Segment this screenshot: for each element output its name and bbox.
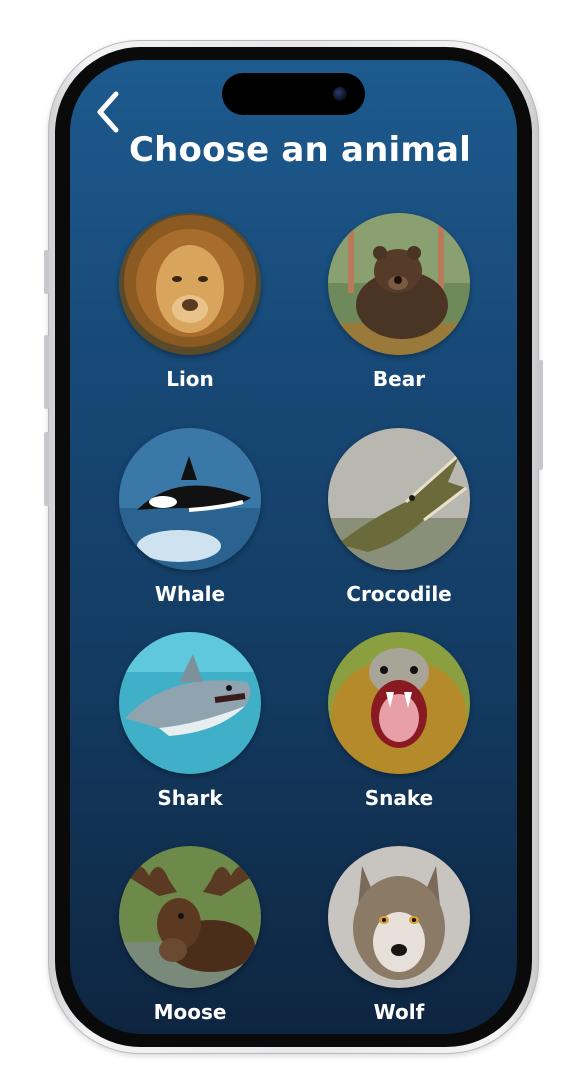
volume-down-button [44, 432, 49, 506]
whale-image [119, 428, 261, 570]
volume-up-button [44, 335, 49, 409]
animal-label: Bear [372, 367, 426, 391]
animal-option-moose[interactable]: Moose [105, 846, 275, 1024]
animal-label: Snake [364, 786, 434, 810]
animal-label: Crocodile [346, 582, 452, 606]
power-button [538, 360, 543, 470]
animal-option-wolf[interactable]: Wolf [314, 846, 484, 1024]
bear-image [328, 213, 470, 355]
page-title: Choose an animal [128, 130, 472, 170]
lion-image [119, 213, 261, 355]
animal-option-lion[interactable]: Lion [105, 213, 275, 391]
snake-image [328, 632, 470, 774]
action-button [44, 250, 49, 294]
animal-option-shark[interactable]: Shark [105, 632, 275, 810]
crocodile-image [328, 428, 470, 570]
animal-label: Shark [157, 786, 223, 810]
front-camera [333, 87, 347, 101]
animal-option-bear[interactable]: Bear [314, 213, 484, 391]
animal-option-whale[interactable]: Whale [105, 428, 275, 606]
moose-image [119, 846, 261, 988]
chevron-left-icon [97, 91, 119, 133]
animal-label: Whale [154, 582, 226, 606]
dynamic-island [222, 73, 365, 115]
animal-option-snake[interactable]: Snake [314, 632, 484, 810]
app-screen: Choose an animal Lion Bear Whale Crocodi… [70, 60, 517, 1034]
animal-label: Lion [166, 367, 214, 391]
wolf-image [328, 846, 470, 988]
animal-option-crocodile[interactable]: Crocodile [314, 428, 484, 606]
back-button[interactable] [92, 90, 132, 134]
animal-label: Wolf [373, 1000, 425, 1024]
shark-image [119, 632, 261, 774]
animal-label: Moose [153, 1000, 227, 1024]
